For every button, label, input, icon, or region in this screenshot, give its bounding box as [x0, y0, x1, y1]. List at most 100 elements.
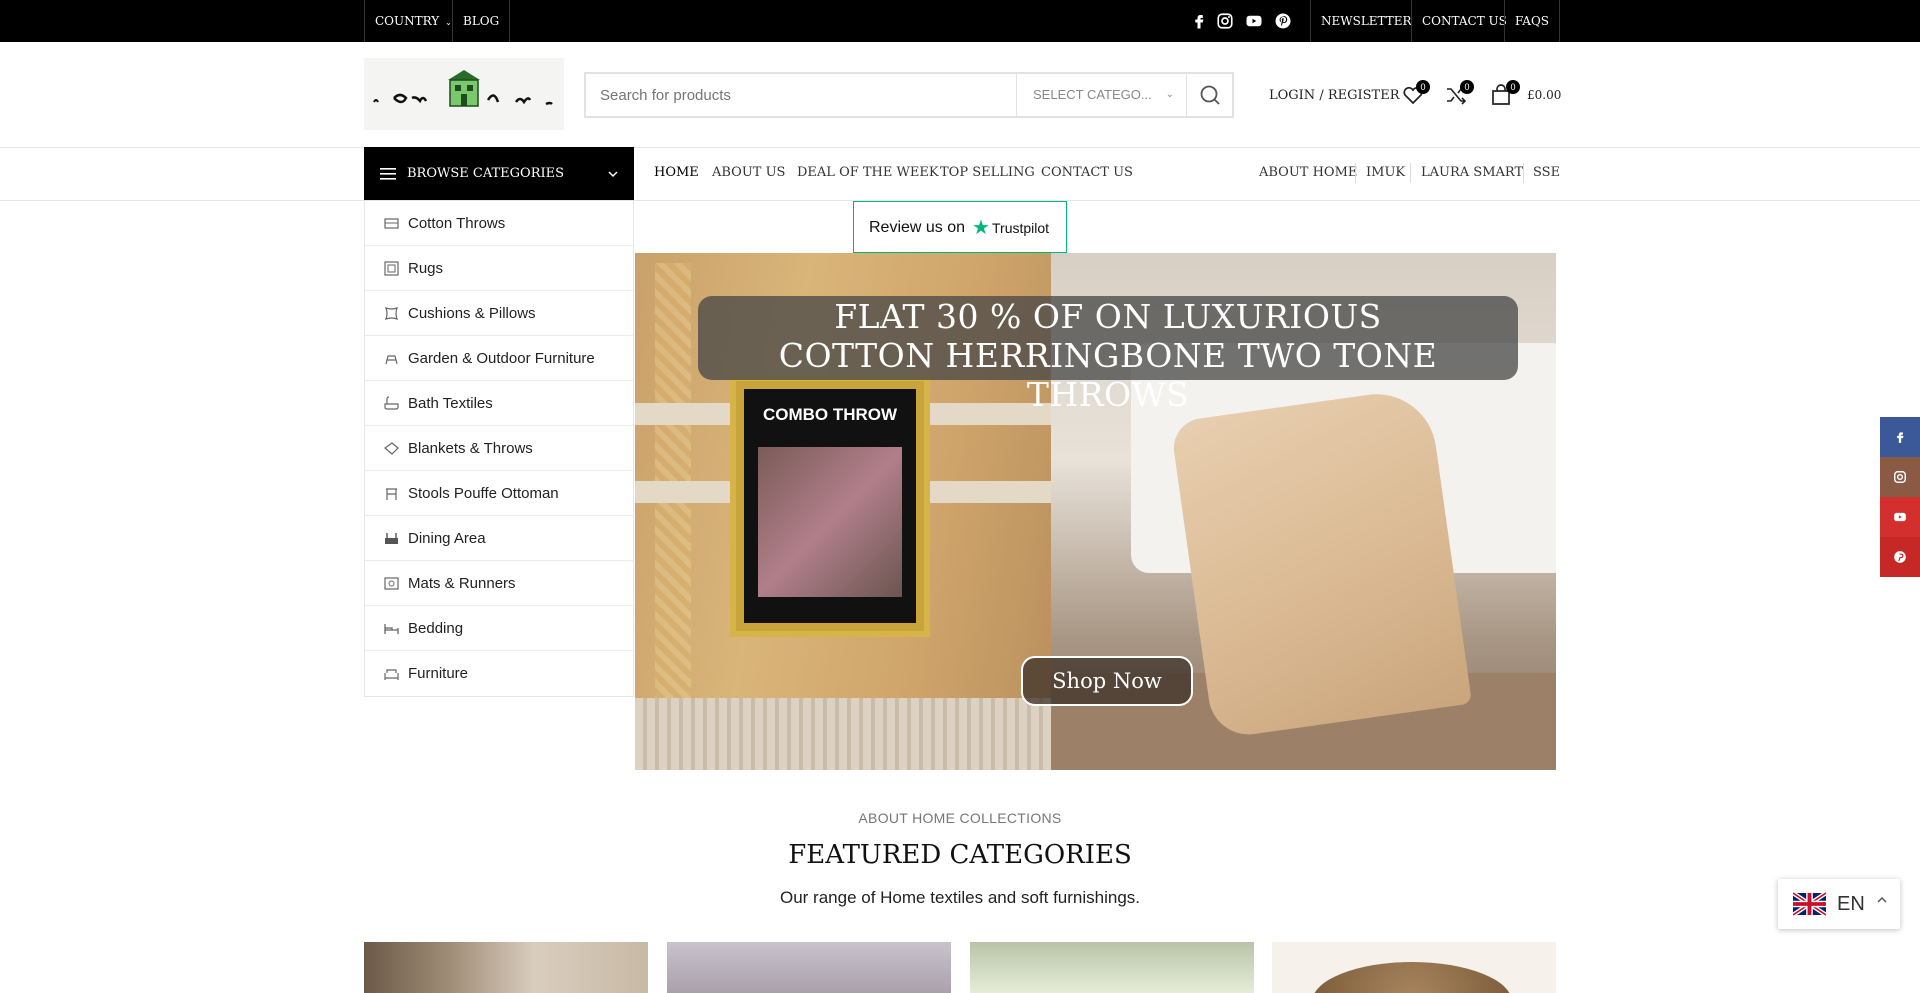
category-item-dining-area[interactable]: Dining Area [365, 516, 633, 561]
instagram-icon[interactable] [1216, 12, 1234, 30]
category-label: Furniture [408, 665, 469, 682]
rug-icon [384, 261, 399, 276]
search-icon [1200, 85, 1220, 105]
floating-youtube-button[interactable] [1880, 497, 1920, 537]
category-item-bath-textiles[interactable]: Bath Textiles [365, 381, 633, 426]
trustpilot-brand: Trustpilot [992, 220, 1050, 236]
logo-house-icon [373, 70, 553, 107]
trustpilot-star-icon: ★ [972, 215, 990, 239]
chevron-down-icon [608, 171, 618, 178]
shop-now-button[interactable]: Shop Now [1021, 656, 1193, 706]
nav-about-home[interactable]: ABOUT HOME [1259, 165, 1357, 180]
hamburger-menu-icon [380, 168, 396, 180]
nav-divider [1523, 163, 1524, 183]
mat-icon [384, 577, 399, 590]
category-label: Rugs [408, 260, 444, 277]
floating-pinterest-button[interactable] [1880, 537, 1920, 577]
nav-divider [1355, 163, 1356, 183]
chevron-down-icon: ⌄ [445, 18, 452, 27]
newsletter-link[interactable]: NEWSLETTER [1310, 0, 1422, 42]
dining-table-icon [385, 533, 398, 544]
category-label: Dining Area [408, 530, 486, 547]
language-selector[interactable]: EN [1778, 879, 1900, 929]
floating-instagram-button[interactable] [1880, 457, 1920, 497]
combo-throw-package: COMBO THROW [730, 375, 930, 637]
search-button[interactable] [1186, 74, 1232, 116]
nav-home[interactable]: HOME [654, 165, 699, 180]
category-item-mats-runners[interactable]: Mats & Runners [365, 561, 633, 606]
search-bar: SELECT CATEGO... ⌄ [584, 72, 1234, 118]
featured-title: FEATURED CATEGORIES [788, 840, 1132, 870]
facebook-icon [1897, 432, 1904, 443]
trustpilot-review-button[interactable]: Review us on ★ Trustpilot [853, 201, 1067, 253]
featured-category-card[interactable] [1272, 942, 1556, 993]
category-select-label: SELECT CATEGO... [1033, 87, 1152, 102]
category-item-furniture[interactable]: Furniture [365, 651, 633, 696]
category-label: Cotton Throws [408, 215, 506, 232]
hero-headline-line2: COTTON HERRINGBONE TWO TONE THROWS [778, 336, 1438, 414]
nav-top-selling[interactable]: TOP SELLING [940, 165, 1035, 180]
nav-about-us[interactable]: ABOUT US [712, 165, 785, 180]
featured-category-card[interactable] [364, 942, 648, 993]
nav-contact-us[interactable]: CONTACT US [1041, 165, 1133, 180]
country-dropdown[interactable]: COUNTRY ⌄ [364, 0, 462, 42]
nav-divider [1410, 163, 1411, 183]
category-label: Mats & Runners [408, 575, 516, 592]
blanket-icon [384, 442, 399, 455]
throw-icon [384, 218, 399, 229]
featured-description: Our range of Home textiles and soft furn… [779, 888, 1140, 907]
category-label: Cushions & Pillows [408, 305, 536, 322]
hero-headline-line1: FLAT 30 % OF ON LUXURIOUS [834, 297, 1382, 336]
category-label: Bath Textiles [408, 395, 493, 412]
cushion-icon [384, 306, 399, 321]
pinterest-icon [1894, 551, 1906, 563]
category-item-garden-outdoor-furniture[interactable]: Garden & Outdoor Furniture [365, 336, 633, 381]
cart-count-badge: 0 [1506, 80, 1520, 94]
chevron-up-icon [1877, 896, 1887, 903]
nav-deal-of-the-week[interactable]: DEAL OF THE WEEK [797, 165, 939, 180]
main-header: SELECT CATEGO... ⌄ [0, 42, 1920, 148]
youtube-icon[interactable] [1245, 12, 1263, 30]
pinterest-icon[interactable] [1274, 12, 1292, 30]
faqs-link[interactable]: FAQS [1504, 0, 1561, 42]
youtube-icon [1894, 512, 1906, 522]
browse-categories-label: BROWSE CATEGORIES [407, 166, 565, 181]
login-register-link[interactable]: LOGIN / REGISTER [1269, 88, 1399, 103]
site-logo[interactable] [364, 58, 564, 130]
hero-headline: FLAT 30 % OF ON LUXURIOUS COTTON HERRING… [698, 296, 1518, 414]
category-item-cotton-throws[interactable]: Cotton Throws [365, 201, 633, 246]
contact-us-top-link[interactable]: CONTACT US [1411, 0, 1517, 42]
category-item-bedding[interactable]: Bedding [365, 606, 633, 651]
nav-laura-smart[interactable]: LAURA SMART [1421, 165, 1523, 180]
category-select[interactable]: SELECT CATEGO... ⌄ [1016, 74, 1186, 116]
featured-category-card[interactable] [970, 942, 1254, 993]
chevron-down-icon: ⌄ [1165, 89, 1174, 100]
country-label: COUNTRY [375, 14, 440, 28]
category-item-rugs[interactable]: Rugs [365, 246, 633, 291]
garden-chair-icon [385, 355, 398, 365]
category-menu: Cotton Throws Rugs Cushions & Pillows Ga… [364, 201, 634, 697]
category-label: Stools Pouffe Ottoman [408, 485, 559, 502]
nav-imuk[interactable]: IMUK [1366, 165, 1405, 180]
blog-link[interactable]: BLOG [452, 0, 511, 42]
search-input[interactable] [586, 74, 1016, 116]
featured-subtitle: ABOUT HOME COLLECTIONS [858, 810, 1062, 826]
stool-icon [386, 488, 397, 500]
floating-facebook-button[interactable] [1880, 417, 1920, 457]
cart-total[interactable]: £0.00 [1527, 88, 1561, 102]
category-item-cushions-pillows[interactable]: Cushions & Pillows [365, 291, 633, 336]
featured-category-card[interactable] [667, 942, 951, 993]
browse-categories-button[interactable]: BROWSE CATEGORIES [364, 147, 634, 201]
wishlist-count-badge: 0 [1416, 80, 1430, 94]
instagram-icon [1894, 471, 1906, 483]
category-item-blankets-throws[interactable]: Blankets & Throws [365, 426, 633, 471]
trustpilot-review-text: Review us on [869, 219, 966, 236]
category-label: Garden & Outdoor Furniture [408, 350, 595, 367]
bathtub-icon [384, 396, 399, 410]
facebook-icon[interactable] [1190, 12, 1208, 30]
hero-banner[interactable]: COMBO THROW FLAT 30 % OF ON LUXURIOUS CO… [635, 253, 1556, 770]
category-item-stools-pouffe-ottoman[interactable]: Stools Pouffe Ottoman [365, 471, 633, 516]
nav-sse[interactable]: SSE [1533, 165, 1560, 180]
sofa-icon [384, 669, 399, 680]
category-label: Blankets & Throws [408, 440, 533, 457]
